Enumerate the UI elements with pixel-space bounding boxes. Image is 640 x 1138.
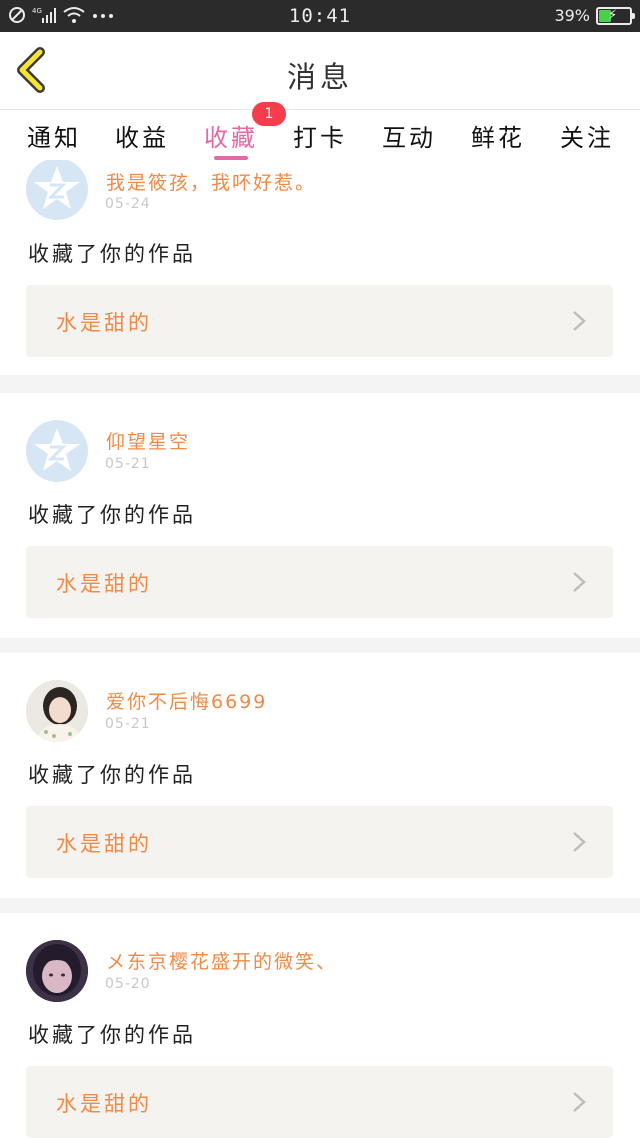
avatar[interactable] [26,420,88,482]
list-item: 爱你不后悔6699 05-21 收藏了你的作品 水是甜的 [0,653,640,898]
user-photo-icon [26,940,88,1002]
tab-notice[interactable]: 通知 [14,118,94,153]
action-text: 收藏了你的作品 [28,763,196,787]
avatar[interactable] [26,680,88,742]
battery-percent: 39% [554,6,590,25]
chevron-right-icon [573,832,586,852]
list-item: メ东京樱花盛开的微笑、 05-20 收藏了你的作品 水是甜的 [0,913,640,1138]
work-title: 水是甜的 [56,572,152,596]
tab-checkin[interactable]: 打卡 [280,118,360,153]
work-link[interactable]: 水是甜的 [26,806,613,878]
chevron-right-icon [573,572,586,592]
nickname[interactable]: 爱你不后悔6699 [106,687,267,714]
date: 05-20 [105,976,151,992]
chevron-right-icon [573,1092,586,1112]
work-link[interactable]: 水是甜的 [26,1066,613,1138]
chevron-right-icon [573,311,586,331]
work-link[interactable]: 水是甜的 [26,546,613,618]
work-title: 水是甜的 [56,832,152,856]
tab-bar: 通知 收益 收藏 打卡 互动 鲜花 关注 [0,110,640,160]
date: 05-24 [105,196,151,212]
action-text: 收藏了你的作品 [28,503,196,527]
work-title: 水是甜的 [56,1092,152,1116]
unread-badge: 1 [252,102,286,126]
nickname[interactable]: 我是筱孩，我吥好惹。 [106,168,316,195]
nickname[interactable]: 仰望星空 [106,427,190,454]
work-link[interactable]: 水是甜的 [26,285,613,357]
clock: 10:41 [288,5,352,27]
avatar[interactable] [26,940,88,1002]
battery-icon: ⚡ [596,6,635,25]
work-title: 水是甜的 [56,311,152,335]
tab-follow[interactable]: 关注 [547,118,627,153]
date: 05-21 [105,456,151,472]
status-icons-right: 39% ⚡ [554,6,635,25]
tab-earnings[interactable]: 收益 [102,118,182,153]
date: 05-21 [105,716,151,732]
action-text: 收藏了你的作品 [28,1023,196,1047]
default-avatar-star-icon [34,428,80,471]
action-text: 收藏了你的作品 [28,242,196,266]
tab-interaction[interactable]: 互动 [369,118,449,153]
list-item: 仰望星空 05-21 收藏了你的作品 水是甜的 [0,393,640,638]
status-bar: 4G 10:41 39% ⚡ [0,0,640,32]
navigation-bar: 消息 [0,32,640,110]
nickname[interactable]: メ东京樱花盛开的微笑、 [106,947,337,974]
user-photo-icon [26,680,88,742]
list-item: 我是筱孩，我吥好惹。 05-24 收藏了你的作品 水是甜的 [0,160,640,375]
avatar[interactable] [26,160,88,220]
charging-icon: ⚡ [608,7,618,23]
default-avatar-star-icon [34,166,80,209]
page-title: 消息 [286,60,353,94]
tab-flowers[interactable]: 鲜花 [458,118,538,153]
